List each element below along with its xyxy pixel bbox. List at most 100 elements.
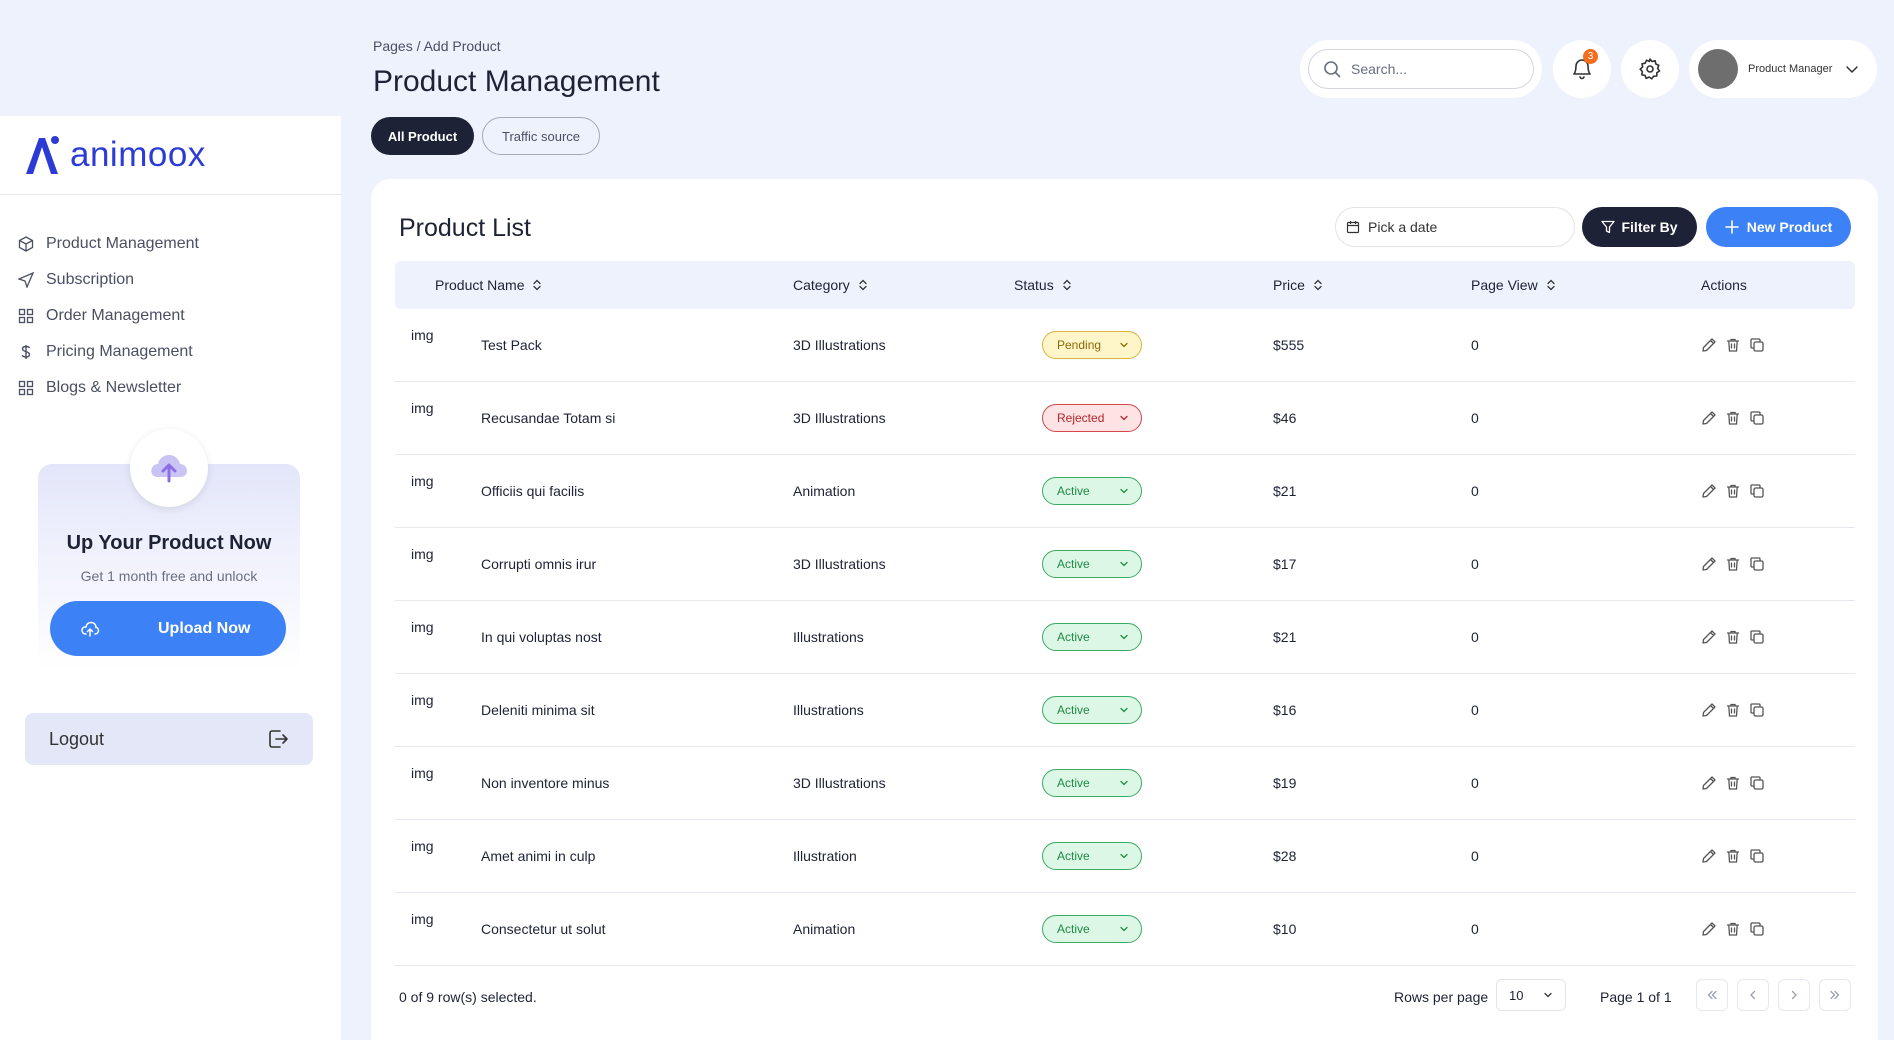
sidebar-item-pricing-management[interactable]: Pricing Management [0, 334, 341, 370]
status-badge: Active [1057, 703, 1090, 717]
col-category[interactable]: Category [793, 277, 868, 293]
logout-button[interactable]: Logout [25, 713, 313, 765]
table-row[interactable]: img Corrupti omnis irur 3D Illustrations Ac… [395, 528, 1855, 601]
filter-by-button[interactable]: Filter By [1582, 207, 1697, 247]
table-row[interactable]: img Non inventore minus 3D Illustrations Ac… [395, 747, 1855, 820]
new-product-label: New Product [1746, 219, 1833, 235]
product-image: img [411, 400, 434, 416]
status-dropdown[interactable]: Rejected [1042, 404, 1142, 432]
edit-icon[interactable] [1701, 410, 1717, 426]
card-title: Product List [399, 214, 532, 242]
table-row[interactable]: img Consectetur ut solut Animation Active $1… [395, 893, 1855, 966]
chevron-down-icon [1120, 780, 1128, 786]
date-picker[interactable]: Pick a date [1335, 207, 1575, 247]
edit-icon[interactable] [1701, 848, 1717, 864]
search-input[interactable] [1351, 61, 1511, 77]
status-dropdown[interactable]: Pending [1042, 331, 1142, 359]
upload-now-button[interactable]: Upload Now [50, 601, 286, 656]
duplicate-icon[interactable] [1749, 556, 1765, 572]
column-label: Price [1273, 277, 1305, 293]
duplicate-icon[interactable] [1749, 702, 1765, 718]
sidebar-item-blogs-newsletter[interactable]: Blogs & Newsletter [0, 370, 341, 406]
table-row[interactable]: img Test Pack 3D Illustrations Pending $555 0 [395, 309, 1855, 382]
status-badge: Active [1057, 849, 1090, 863]
duplicate-icon[interactable] [1749, 337, 1765, 353]
product-price: $10 [1273, 921, 1297, 937]
column-label: Actions [1701, 277, 1747, 293]
duplicate-icon[interactable] [1749, 483, 1765, 499]
edit-icon[interactable] [1701, 775, 1717, 791]
sidebar-item-product-management[interactable]: Product Management [0, 226, 341, 262]
column-label: Category [793, 277, 850, 293]
status-dropdown[interactable]: Active [1042, 915, 1142, 943]
previous-page-button[interactable] [1737, 979, 1769, 1011]
delete-icon[interactable] [1725, 337, 1741, 353]
duplicate-icon[interactable] [1749, 775, 1765, 791]
status-dropdown[interactable]: Active [1042, 842, 1142, 870]
status-dropdown[interactable]: Active [1042, 696, 1142, 724]
new-product-button[interactable]: New Product [1706, 207, 1851, 247]
page-title: Product Management [373, 65, 660, 98]
next-page-button[interactable] [1778, 979, 1810, 1011]
sidebar-item-subscription[interactable]: Subscription [0, 262, 341, 298]
duplicate-icon[interactable] [1749, 848, 1765, 864]
first-page-button[interactable] [1696, 979, 1728, 1011]
search-icon [1324, 61, 1341, 78]
duplicate-icon[interactable] [1749, 410, 1765, 426]
chevron-down-icon [1120, 342, 1128, 348]
product-image: img [411, 473, 434, 489]
status-badge: Pending [1057, 338, 1102, 352]
rows-per-page-select[interactable]: 10 [1496, 979, 1566, 1011]
edit-icon[interactable] [1701, 556, 1717, 572]
table-row[interactable]: img Recusandae Totam si 3D Illustrations Re… [395, 382, 1855, 455]
user-profile-menu[interactable]: Product Manager [1689, 40, 1877, 98]
delete-icon[interactable] [1725, 483, 1741, 499]
chevrons-right-icon [1830, 990, 1840, 1000]
status-dropdown[interactable]: Active [1042, 477, 1142, 505]
edit-icon[interactable] [1701, 483, 1717, 499]
delete-icon[interactable] [1725, 556, 1741, 572]
sidebar: animoox Product Management Subscription … [0, 116, 341, 1040]
status-dropdown[interactable]: Active [1042, 623, 1142, 651]
col-price[interactable]: Price [1273, 277, 1323, 293]
table-row[interactable]: img Officiis qui facilis Animation Active $2… [395, 455, 1855, 528]
duplicate-icon[interactable] [1749, 921, 1765, 937]
delete-icon[interactable] [1725, 848, 1741, 864]
product-name: Deleniti minima sit [481, 702, 595, 718]
tab-all-product[interactable]: All Product [371, 117, 474, 155]
table-row[interactable]: img In qui voluptas nost Illustrations Acti… [395, 601, 1855, 674]
delete-icon[interactable] [1725, 702, 1741, 718]
col-page-view[interactable]: Page View [1471, 277, 1556, 293]
table-row[interactable]: img Amet animi in culp Illustration Active $… [395, 820, 1855, 893]
duplicate-icon[interactable] [1749, 629, 1765, 645]
product-category: Illustrations [793, 629, 864, 645]
row-actions [1701, 848, 1765, 864]
brand-logo[interactable]: animoox [0, 116, 341, 195]
edit-icon[interactable] [1701, 702, 1717, 718]
edit-icon[interactable] [1701, 337, 1717, 353]
table-row[interactable]: img Deleniti minima sit Illustrations Activ… [395, 674, 1855, 747]
tab-traffic-source[interactable]: Traffic source [482, 117, 600, 155]
sidebar-item-order-management[interactable]: Order Management [0, 298, 341, 334]
status-dropdown[interactable]: Active [1042, 769, 1142, 797]
product-price: $21 [1273, 483, 1297, 499]
row-actions [1701, 921, 1765, 937]
column-label: Product Name [435, 277, 525, 293]
delete-icon[interactable] [1725, 775, 1741, 791]
delete-icon[interactable] [1725, 629, 1741, 645]
delete-icon[interactable] [1725, 410, 1741, 426]
edit-icon[interactable] [1701, 921, 1717, 937]
delete-icon[interactable] [1725, 921, 1741, 937]
box-icon [18, 236, 34, 252]
brand-name: animoox [70, 135, 206, 174]
column-label: Status [1014, 277, 1054, 293]
settings-button[interactable] [1621, 40, 1679, 98]
chevron-down-icon [1544, 992, 1552, 998]
col-product-name[interactable]: Product Name [435, 277, 542, 293]
col-status[interactable]: Status [1014, 277, 1072, 293]
notifications-button[interactable]: 3 [1553, 40, 1611, 98]
product-name: In qui voluptas nost [481, 629, 602, 645]
status-dropdown[interactable]: Active [1042, 550, 1142, 578]
edit-icon[interactable] [1701, 629, 1717, 645]
last-page-button[interactable] [1819, 979, 1851, 1011]
